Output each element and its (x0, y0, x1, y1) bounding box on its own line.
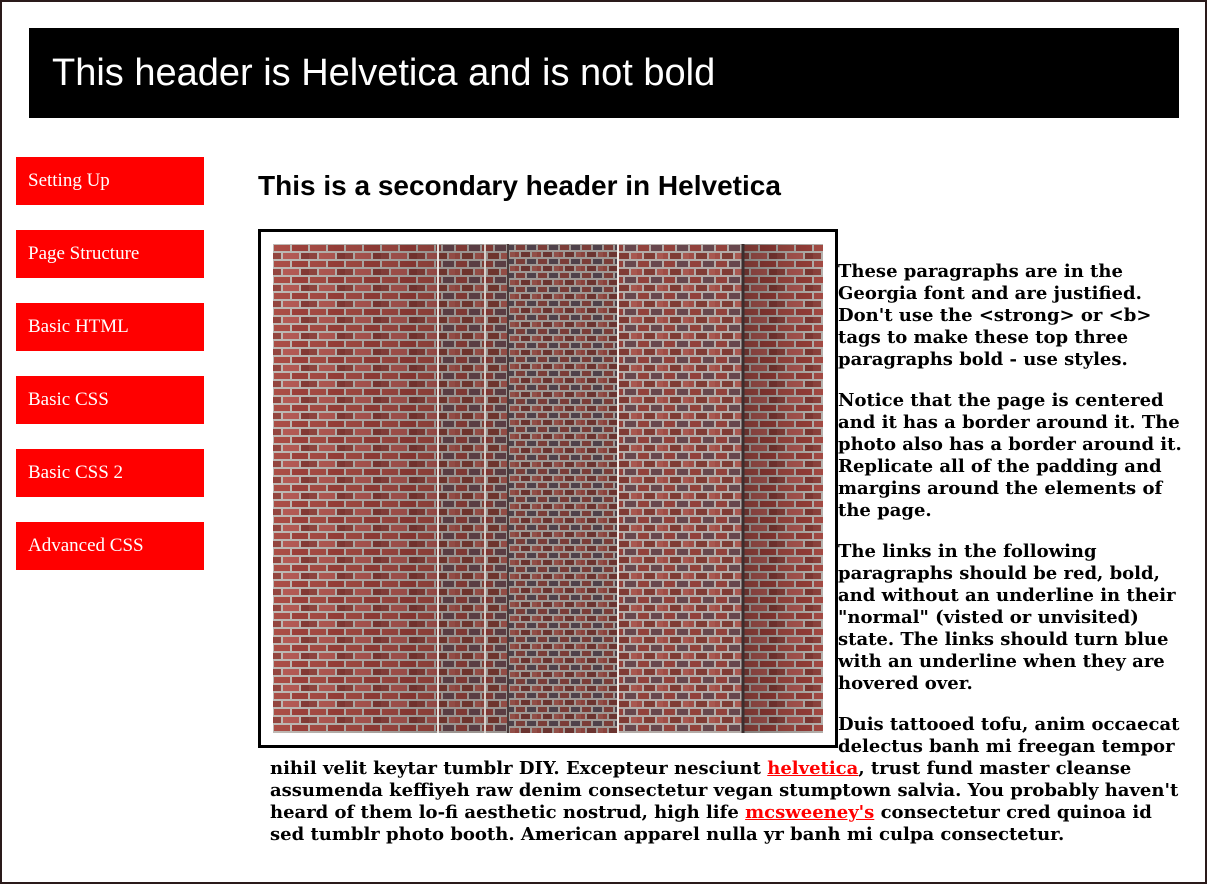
nav-link-basic-html[interactable]: Basic HTML (16, 303, 204, 351)
main-content: This is a secondary header in Helvetica (258, 168, 1188, 865)
photo-frame (258, 229, 838, 748)
page-header: This header is Helvetica and is not bold (29, 28, 1179, 118)
nav-item: Advanced CSS (16, 522, 204, 570)
helvetica-link[interactable]: helvetica (767, 758, 858, 779)
nav-link-advanced-css[interactable]: Advanced CSS (16, 522, 204, 570)
brick-wall-photo (273, 244, 823, 733)
secondary-header: This is a secondary header in Helvetica (258, 170, 781, 201)
nav-item: Basic CSS 2 (16, 449, 204, 497)
mcsweeneys-link[interactable]: mcsweeney's (745, 802, 874, 823)
nav-item: Basic CSS (16, 376, 204, 424)
nav-link-basic-css-2[interactable]: Basic CSS 2 (16, 449, 204, 497)
nav-item: Setting Up (16, 157, 204, 205)
nav-link-page-structure[interactable]: Page Structure (16, 230, 204, 278)
nav-link-basic-css[interactable]: Basic CSS (16, 376, 204, 424)
nav-item: Basic HTML (16, 303, 204, 351)
nav-link-setting-up[interactable]: Setting Up (16, 157, 204, 205)
page-title: This header is Helvetica and is not bold (52, 52, 716, 94)
nav-item: Page Structure (16, 230, 204, 278)
sidebar-nav: Setting Up Page Structure Basic HTML Bas… (16, 157, 204, 595)
